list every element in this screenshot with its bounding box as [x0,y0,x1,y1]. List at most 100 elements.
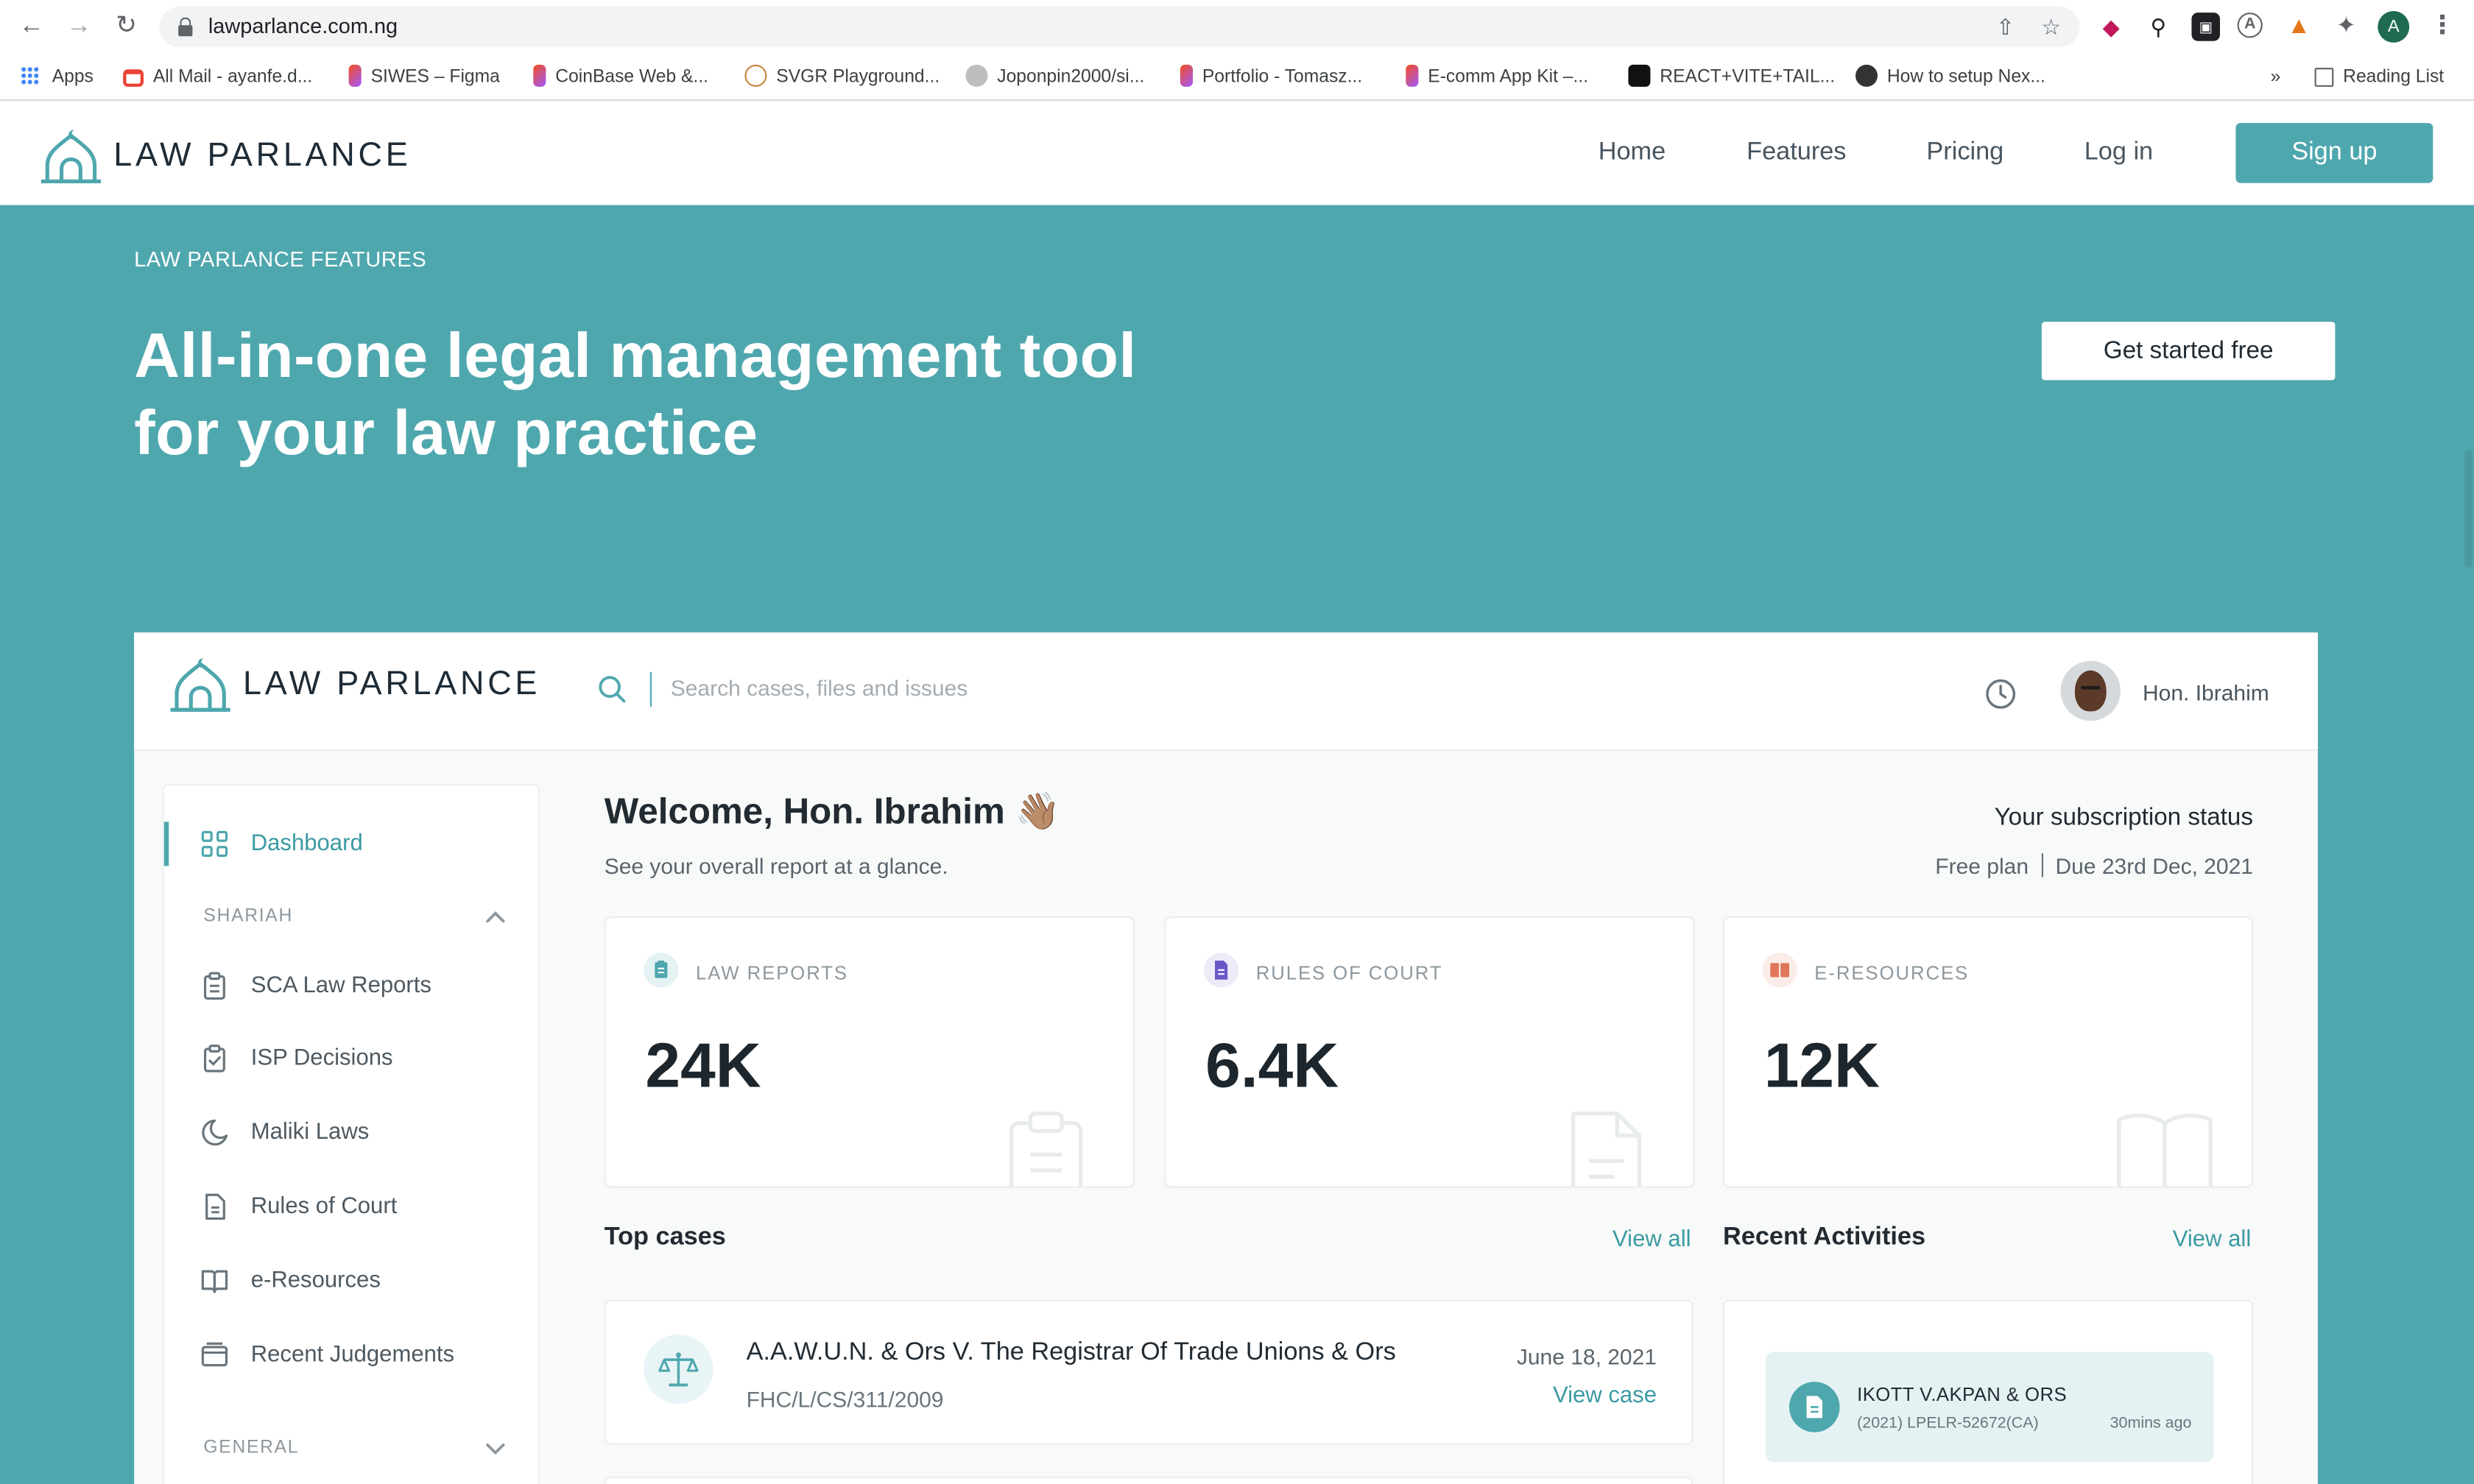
nav-home[interactable]: Home [1599,139,1666,168]
extensions-puzzle-icon[interactable]: ✦ [2332,13,2361,41]
stat-label: LAW REPORTS [696,962,848,985]
section-shariah: SHARIAH [203,907,294,926]
sidebar-item-label: Rules of Court [250,1194,398,1220]
app-logo[interactable]: LAW PARLANCE [170,656,540,713]
hero-headline-line-1: All-in-one legal management tool [134,322,1137,392]
figma-icon [533,64,546,87]
nav-pricing[interactable]: Pricing [1926,139,2003,168]
nav-features[interactable]: Features [1747,139,1846,168]
github-icon [965,64,988,87]
search-input[interactable]: Search cases, files and issues [671,675,968,700]
active-indicator [163,822,169,866]
document-icon [1789,1382,1840,1432]
book-icon [1762,953,1797,988]
signup-button[interactable]: Sign up [2235,123,2434,183]
book-watermark-icon [2117,1113,2213,1187]
stat-card-rules-of-court[interactable]: RULES OF COURT 6.4K [1164,916,1695,1188]
clipboard-icon [644,953,679,988]
bookmark-figma-siwes[interactable]: SIWES – Figma [348,63,500,92]
user-name[interactable]: Hon. Ibrahim [2143,680,2269,705]
sidebar-item-isp-decisions[interactable]: ISP Decisions [164,1039,538,1077]
view-case-link[interactable]: View case [1553,1383,1657,1408]
case-item[interactable] [604,1476,1694,1484]
medium-icon [1628,64,1651,87]
sidebar-item-label: Maliki Laws [250,1120,370,1145]
address-bar[interactable]: lawparlance.com.ng ⇧ ☆ [159,6,2080,48]
activity-item[interactable]: IKOTT V.AKPAN & ORS (2021) LPELR-52672(C… [1765,1352,2214,1463]
extension-inspect-icon[interactable]: ▣ [2191,13,2220,41]
history-clock-icon[interactable] [1985,678,2017,710]
stat-value: 24K [645,1031,761,1101]
react-atom-icon [744,64,767,87]
bookmark-ecomm[interactable]: E-comm App Kit –... [1406,63,1588,92]
grid-icon [201,830,228,858]
back-icon[interactable]: ← [15,11,47,43]
extension-search-icon[interactable]: ⚲ [2144,13,2173,41]
bookmark-apps[interactable]: Apps [20,63,94,92]
stat-card-e-resources[interactable]: E-RESOURCES 12K [1723,916,2253,1188]
sidebar-item-recent-judgements[interactable]: Recent Judgements [164,1336,538,1374]
site-logo[interactable]: LAW PARLANCE [40,128,412,185]
reload-icon[interactable]: ↻ [110,11,142,43]
sidebar-item-maliki-laws[interactable]: Maliki Laws [164,1114,538,1151]
app-brand-name: LAW PARLANCE [243,665,541,702]
bookmark-next-setup[interactable]: How to setup Nex... [1856,63,2045,92]
divider [2041,853,2043,877]
bookmark-svgr[interactable]: SVGR Playground... [744,63,940,92]
clipboard-watermark-icon [1009,1112,1083,1187]
page-scrollbar[interactable] [2464,449,2473,568]
nav-login[interactable]: Log in [2084,139,2153,168]
welcome-subtitle: See your overall report at a glance. [604,853,948,879]
top-cases-view-all[interactable]: View all [1613,1227,1691,1252]
document-icon [205,1193,225,1220]
forward-icon[interactable]: → [63,11,95,43]
sidebar-item-rules-of-court[interactable]: Rules of Court [164,1188,538,1226]
case-item[interactable]: A.A.W.U.N. & Ors V. The Registrar Of Tra… [604,1299,1694,1445]
case-title[interactable]: A.A.W.U.N. & Ors V. The Registrar Of Tra… [747,1339,1396,1368]
url-text[interactable]: lawparlance.com.ng [208,14,398,38]
extension-a-icon[interactable]: A [2237,13,2263,38]
search-divider [649,671,652,707]
bookmarks-overflow-button[interactable]: » [2271,63,2281,92]
browser-window: ← → ↻ lawparlance.com.ng ⇧ ☆ ◆ ⚲ ▣ A ▲ ✦… [0,0,2474,1484]
stat-value: 6.4K [1205,1031,1339,1101]
figma-icon [1180,64,1193,87]
user-avatar[interactable] [2060,660,2121,721]
browser-menu-icon[interactable]: ⋮ [2430,11,2455,43]
sidebar-item-label: ISP Decisions [250,1045,393,1071]
sidebar-item-label: SCA Law Reports [250,973,431,999]
activity-title: IKOTT V.AKPAN & ORS [1857,1383,2068,1406]
sidebar-item-dashboard[interactable]: Dashboard [163,822,538,866]
bookmark-coinbase[interactable]: CoinBase Web &... [533,63,708,92]
metamask-fox-icon[interactable]: ▲ [2284,13,2313,41]
recent-activities-view-all[interactable]: View all [2173,1227,2252,1252]
sidebar-item-sca-law-reports[interactable]: SCA Law Reports [164,967,538,1005]
stat-label: RULES OF COURT [1255,962,1443,985]
bookmark-star-icon[interactable]: ☆ [2040,15,2062,38]
get-started-button[interactable]: Get started free [2041,322,2336,381]
site-header: LAW PARLANCE Home Features Pricing Log i… [0,102,2474,205]
stat-card-law-reports[interactable]: LAW REPORTS 24K [604,916,1135,1188]
share-icon[interactable]: ⇧ [1995,15,2017,38]
sidebar-item-label: Recent Judgements [250,1342,455,1368]
document-icon [1204,953,1239,988]
activity-time: 30mins ago [2110,1415,2192,1432]
chevron-up-icon[interactable] [484,908,507,924]
sidebar-item-e-resources[interactable]: e-Resources [164,1262,538,1299]
bookmark-react-vite[interactable]: REACT+VITE+TAIL... [1628,63,1835,92]
profile-avatar[interactable]: A [2378,11,2410,43]
stat-value: 12K [1763,1031,1880,1101]
extension-gem-icon[interactable]: ◆ [2096,13,2126,41]
gmail-icon [123,69,144,87]
bookmark-github[interactable]: Joponpin2000/si... [965,63,1144,92]
reading-list-button[interactable]: Reading List [2314,63,2444,92]
bookmark-gmail[interactable]: All Mail - ayanfe.d... [123,63,312,92]
moon-icon [202,1119,228,1146]
mosque-logo-icon [40,130,102,183]
chevron-down-icon[interactable] [484,1440,507,1455]
hero-eyebrow: LAW PARLANCE FEATURES [134,247,427,272]
bookmark-portfolio[interactable]: Portfolio - Tomasz... [1180,63,1362,92]
reading-list-icon [2314,68,2334,87]
figma-icon [348,64,362,87]
search-icon[interactable] [598,675,627,704]
